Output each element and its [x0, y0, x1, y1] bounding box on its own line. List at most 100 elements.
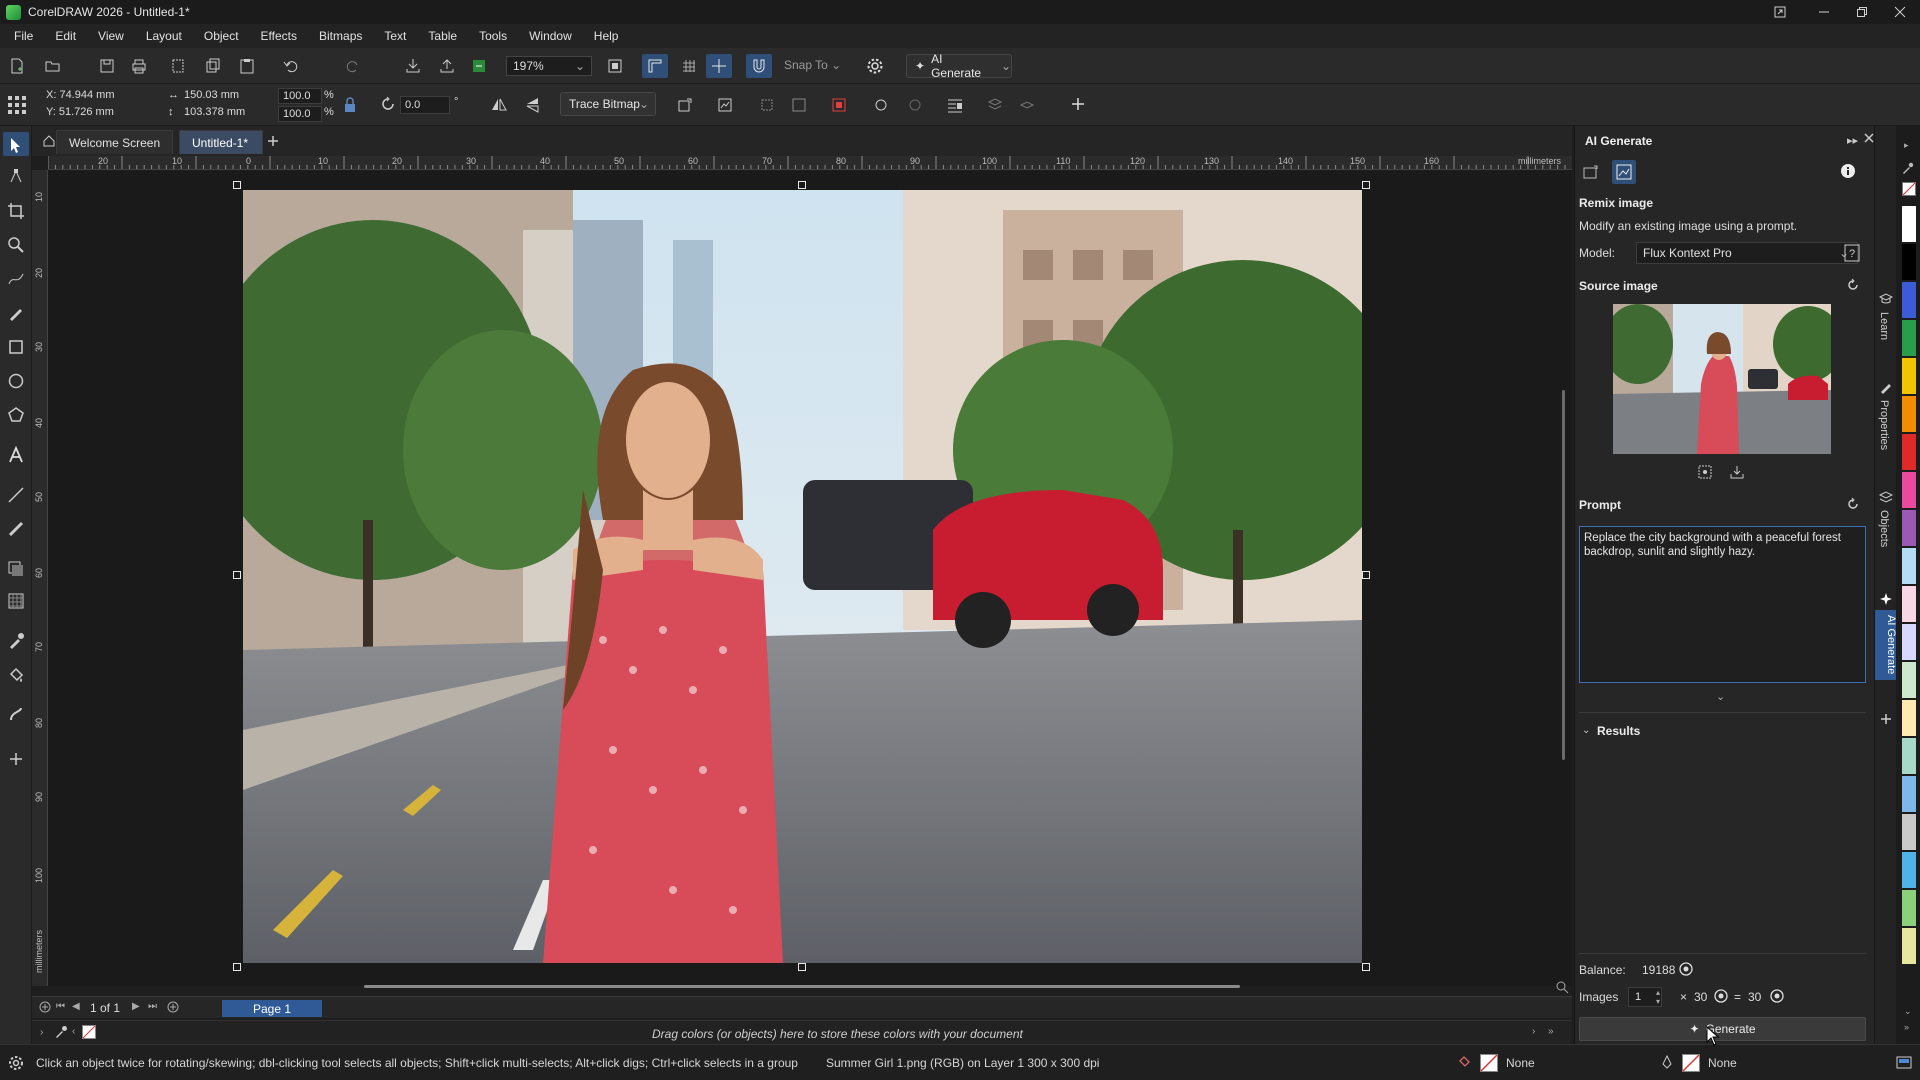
prompt-textarea[interactable]: Replace the city background with a peace… [1579, 526, 1866, 683]
trace-bitmap-button[interactable]: Trace Bitmap ⌄ [560, 92, 656, 116]
vertical-scrollbar[interactable] [1562, 390, 1565, 760]
reset-source-icon[interactable] [1846, 278, 1860, 292]
ellipse-tool-icon[interactable] [7, 372, 25, 390]
text-tool-icon[interactable] [7, 446, 25, 464]
tab-untitled-1[interactable]: Untitled-1* [179, 130, 263, 154]
resize-handle-bottom[interactable] [798, 963, 806, 971]
next-page-icon[interactable]: ▶ [132, 1001, 140, 1012]
resize-handle-left[interactable] [233, 571, 241, 579]
shape-tool-icon[interactable] [7, 168, 25, 186]
palette-swatch[interactable] [1902, 244, 1916, 280]
menu-text[interactable]: Text [384, 29, 406, 43]
save-icon[interactable] [98, 57, 116, 75]
y-position-field[interactable]: Y: 51.726 mm [46, 106, 114, 118]
palette-swatch[interactable] [1902, 396, 1916, 432]
new-tab-plus-icon[interactable] [266, 134, 280, 148]
close-button[interactable] [1880, 0, 1920, 24]
export-icon[interactable] [438, 57, 456, 75]
palette-swatch[interactable] [1902, 700, 1916, 736]
palette-swatch[interactable] [1902, 776, 1916, 812]
palette-swatch[interactable] [1902, 852, 1916, 888]
copy-icon[interactable] [204, 57, 222, 75]
resize-handle-top-left[interactable] [233, 181, 241, 189]
object-origin-icon[interactable] [7, 95, 26, 114]
menu-edit[interactable]: Edit [55, 29, 76, 43]
fill-none-swatch-icon[interactable] [1480, 1054, 1498, 1072]
pin-icon[interactable] [1760, 0, 1800, 24]
options-gear-icon[interactable] [866, 57, 884, 75]
connector-tool-icon[interactable] [7, 520, 25, 538]
palette-expand-icon[interactable]: » [1904, 1022, 1909, 1032]
outline-none-swatch-icon[interactable] [1682, 1054, 1700, 1072]
docker-tab-properties[interactable]: Properties [1878, 400, 1890, 450]
model-help-icon[interactable]: ? [1844, 244, 1860, 262]
edit-bitmap-icon[interactable] [716, 96, 734, 114]
resize-handle-right[interactable] [1362, 571, 1370, 579]
page-1-tab[interactable]: Page 1 [222, 1000, 322, 1017]
smart-fill-tool-icon[interactable] [7, 706, 25, 724]
palette-swatch[interactable] [1902, 814, 1916, 850]
new-document-icon[interactable] [8, 57, 26, 75]
docker-expand-icon[interactable]: ▸▸ [1847, 134, 1858, 147]
status-gear-icon[interactable] [8, 1055, 24, 1071]
resize-handle-top-right[interactable] [1362, 181, 1370, 189]
resize-handle-top[interactable] [798, 181, 806, 189]
palette-eyedropper-icon[interactable] [1902, 162, 1914, 174]
eyedropper-tool-icon[interactable] [7, 632, 25, 650]
import-icon[interactable] [404, 57, 422, 75]
expand-chevron-icon[interactable]: › [40, 1027, 43, 1038]
wrap-text-icon[interactable] [946, 96, 964, 114]
palette-menu-icon[interactable]: ▸ [1904, 140, 1909, 151]
parallel-dimension-tool-icon[interactable] [7, 486, 25, 504]
minimize-button[interactable] [1804, 0, 1844, 24]
redo-icon[interactable] [344, 57, 362, 75]
docker-tab-ai-generate[interactable]: AI Generate [1875, 610, 1897, 680]
palette-scroll-down-icon[interactable]: ⌄ [1904, 1006, 1912, 1017]
zoom-tool-icon[interactable] [7, 236, 25, 254]
palette-swatch[interactable] [1902, 434, 1916, 470]
add-plus-icon[interactable] [1070, 96, 1088, 114]
palette-swatch[interactable] [1902, 320, 1916, 356]
menu-bitmaps[interactable]: Bitmaps [319, 29, 362, 43]
resize-handle-bottom-right[interactable] [1362, 963, 1370, 971]
ai-generate-toolbar-button[interactable]: ✦ AI Generate ⌄ [906, 52, 1012, 80]
menu-layout[interactable]: Layout [146, 29, 182, 43]
tab-welcome-screen[interactable]: Welcome Screen [56, 130, 174, 154]
info-icon[interactable] [1840, 163, 1856, 179]
color-proof-icon[interactable] [1896, 1055, 1912, 1071]
horizontal-scrollbar[interactable] [364, 985, 1240, 988]
mirror-horizontal-icon[interactable] [490, 96, 508, 114]
menu-table[interactable]: Table [428, 29, 457, 43]
height-field[interactable]: 103.378 mm [184, 106, 245, 118]
arrange-back-icon[interactable] [1018, 96, 1036, 114]
palette-swatch[interactable] [1902, 206, 1916, 242]
eyedropper-icon[interactable] [54, 1025, 68, 1039]
palette-swatch[interactable] [1902, 586, 1916, 622]
text-to-image-mode-icon[interactable] [1582, 164, 1600, 182]
selected-bitmap-summer-girl[interactable] [243, 190, 1362, 963]
add-docker-plus-icon[interactable] [1879, 712, 1893, 726]
zoom-magnifier-icon[interactable] [1555, 980, 1569, 994]
undo-icon[interactable] [282, 57, 300, 75]
scroll-right-icon[interactable]: › [1532, 1026, 1535, 1037]
palette-swatch[interactable] [1902, 624, 1916, 660]
results-heading[interactable]: Results [1597, 724, 1640, 738]
docker-tab-objects[interactable]: Objects [1878, 510, 1890, 547]
crop-tool-icon[interactable] [7, 202, 25, 220]
palette-swatch[interactable] [1902, 738, 1916, 774]
menu-tools[interactable]: Tools [479, 29, 507, 43]
transparency-tool-icon[interactable] [7, 592, 25, 610]
vertical-ruler[interactable]: 10 20 30 40 50 60 70 80 90 100 millimete… [32, 170, 48, 986]
select-area-icon[interactable] [1697, 464, 1713, 480]
last-page-icon[interactable]: ⏭ [148, 1001, 157, 1012]
bitmap-edit-icon[interactable] [676, 96, 694, 114]
bitmap-color-mask-icon[interactable] [830, 96, 848, 114]
open-icon[interactable] [44, 57, 62, 75]
vectorize-icon[interactable] [906, 96, 924, 114]
scroll-left-icon[interactable]: ‹ [72, 1026, 75, 1037]
crop-bitmap-icon[interactable] [758, 96, 776, 114]
add-page-before-icon[interactable] [38, 1000, 52, 1014]
menu-help[interactable]: Help [594, 29, 619, 43]
rotation-angle-field[interactable]: 0.0 [400, 96, 450, 114]
cut-icon[interactable] [170, 57, 188, 75]
